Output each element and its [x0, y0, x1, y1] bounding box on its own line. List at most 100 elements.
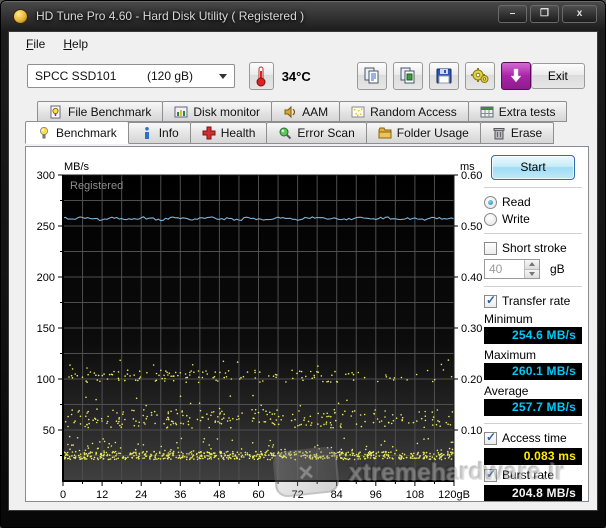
tab-erase[interactable]: Erase: [480, 122, 554, 144]
app-icon: [13, 9, 28, 24]
copy-button[interactable]: [357, 62, 387, 90]
thermometer-icon: [254, 65, 268, 87]
maximize-button[interactable]: ❒: [530, 5, 559, 23]
tab-random-access[interactable]: Random Access: [339, 101, 469, 122]
benchmark-controls: Start Read Write Short stroke 40: [482, 149, 584, 501]
burst-rate-value: 204.8 MB/s: [484, 485, 582, 502]
error-scan-magnifier-icon: [278, 126, 292, 140]
separator: [484, 286, 582, 287]
minimum-label: Minimum: [484, 312, 584, 326]
y-left-tick-label: 200: [37, 272, 55, 284]
start-button[interactable]: Start: [491, 155, 575, 180]
tab-error-scan[interactable]: Error Scan: [266, 122, 366, 144]
x-tick-label: 36: [174, 489, 186, 501]
x-tick-label: 24: [135, 489, 147, 501]
menu-help[interactable]: Help: [54, 34, 97, 54]
benchmark-panel: 300250200150100500.600.500.400.300.200.1…: [25, 146, 589, 502]
copy-icon: [363, 67, 381, 85]
registered-watermark: Registered: [70, 180, 123, 192]
x-tick-label: 0: [60, 489, 66, 501]
drive-name: SPCC SSD101: [35, 69, 147, 83]
average-label: Average: [484, 384, 584, 398]
y-right-tick-label: 0.30: [461, 323, 482, 335]
y-left-tick-label: 50: [43, 425, 55, 437]
drive-selector[interactable]: SPCC SSD101 (120 gB): [27, 64, 235, 88]
y-left-axis-title: MB/s: [64, 161, 90, 173]
spinner-up[interactable]: [525, 260, 539, 269]
tab-row-bottom: Benchmark Info Health: [25, 122, 597, 144]
arrow-up-icon: [529, 262, 535, 266]
drive-size: (120 gB): [147, 69, 219, 83]
x-tick-label: 108: [406, 489, 424, 501]
tab-folder-usage[interactable]: Folder Usage: [366, 122, 481, 144]
short-stroke-size-spinner[interactable]: 40: [484, 259, 540, 279]
chevron-down-icon: [219, 74, 227, 79]
tab-health[interactable]: Health: [190, 122, 268, 144]
read-radio-row[interactable]: Read: [484, 195, 584, 209]
x-tick-label: 120gB: [438, 489, 470, 501]
file-benchmark-icon: [49, 105, 63, 119]
minimize-button[interactable]: –: [498, 5, 527, 23]
info-icon: [140, 126, 154, 140]
arrow-down-icon: [529, 272, 535, 276]
gears-icon: [470, 67, 490, 85]
menu-bar: File Help: [9, 32, 597, 55]
disk-monitor-icon: [174, 105, 188, 119]
x-tick-label: 60: [252, 489, 264, 501]
short-stroke-size-row: 40 gB: [484, 259, 584, 279]
y-right-tick-label: 0.20: [461, 374, 482, 386]
speaker-icon: [283, 105, 297, 119]
window-title: HD Tune Pro 4.60 - Hard Disk Utility ( R…: [36, 9, 304, 23]
burst-rate-checkbox[interactable]: [484, 469, 497, 482]
exit-button[interactable]: Exit: [531, 63, 585, 89]
y-right-axis-title: ms: [460, 161, 475, 173]
tab-extra-tests[interactable]: Extra tests: [468, 101, 568, 122]
y-left-tick-label: 100: [37, 374, 55, 386]
tab-file-benchmark[interactable]: File Benchmark: [37, 101, 163, 122]
burst-rate-row[interactable]: Burst rate: [484, 468, 584, 482]
x-tick-label: 48: [213, 489, 225, 501]
transfer-rate-row[interactable]: Transfer rate: [484, 294, 584, 308]
short-stroke-checkbox[interactable]: [484, 242, 497, 255]
extra-tests-icon: [480, 105, 494, 119]
tab-benchmark[interactable]: Benchmark: [25, 121, 129, 144]
y-left-tick-label: 250: [37, 221, 55, 233]
x-tick-label: 84: [331, 489, 343, 501]
benchmark-chart: 300250200150100500.600.500.400.300.200.1…: [26, 159, 486, 502]
tab-disk-monitor[interactable]: Disk monitor: [162, 101, 272, 122]
access-time-checkbox[interactable]: [484, 432, 497, 445]
copy-screenshot-button[interactable]: [393, 62, 423, 90]
access-time-row[interactable]: Access time: [484, 431, 584, 445]
app-window: HD Tune Pro 4.60 - Hard Disk Utility ( R…: [0, 0, 606, 528]
short-stroke-row[interactable]: Short stroke: [484, 241, 584, 255]
save-button[interactable]: [429, 62, 459, 90]
options-button[interactable]: [465, 62, 495, 90]
separator: [484, 423, 582, 424]
read-radio[interactable]: [484, 196, 497, 209]
download-arrow-icon: [508, 68, 524, 84]
tab-aam[interactable]: AAM: [271, 101, 340, 122]
write-radio-row[interactable]: Write: [484, 212, 584, 226]
screenshot-icon: [399, 67, 417, 85]
trash-icon: [492, 126, 506, 140]
menu-file[interactable]: File: [17, 34, 54, 54]
transfer-rate-checkbox[interactable]: [484, 295, 497, 308]
y-right-tick-label: 0.40: [461, 272, 482, 284]
tab-info[interactable]: Info: [128, 122, 191, 144]
short-stroke-unit: gB: [550, 262, 565, 276]
separator: [484, 233, 582, 234]
spinner-down[interactable]: [525, 269, 539, 279]
tab-row-top: File Benchmark Disk monitor AAM: [37, 101, 597, 122]
minimum-value: 254.6 MB/s: [484, 327, 582, 344]
save-icon: [435, 67, 453, 85]
update-button[interactable]: [501, 62, 531, 90]
average-value: 257.7 MB/s: [484, 399, 582, 416]
access-time-value: 0.083 ms: [484, 448, 582, 465]
temperature-button[interactable]: [249, 62, 273, 90]
x-tick-label: 96: [370, 489, 382, 501]
health-cross-icon: [202, 126, 216, 140]
write-radio[interactable]: [484, 213, 497, 226]
close-button[interactable]: x: [562, 5, 597, 23]
maximum-value: 260.1 MB/s: [484, 363, 582, 380]
client-area: File Help SPCC SSD101 (120 gB) 34°C: [8, 31, 598, 511]
